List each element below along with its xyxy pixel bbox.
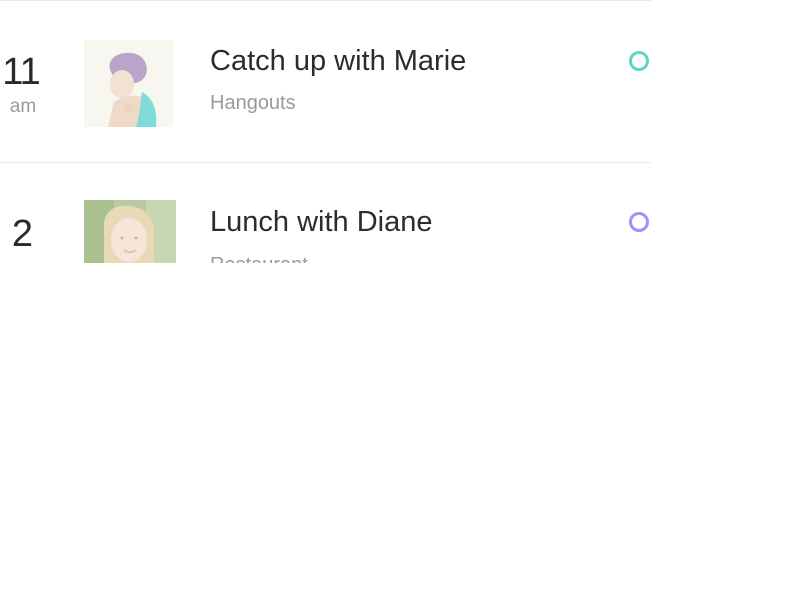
event-time-hour: 2 xyxy=(11,213,33,255)
event-time-hour: 11 xyxy=(2,51,40,93)
event-list: 11 am Catch up with Marie Hangouts 2 Lun… xyxy=(0,0,651,263)
status-dot-icon xyxy=(629,212,649,232)
blonde-woman-photo-icon xyxy=(84,200,176,263)
status-dot-icon xyxy=(629,51,649,71)
app-viewport: 11 am Catch up with Marie Hangouts 2 Lun… xyxy=(0,0,800,600)
event-subtitle: Hangouts xyxy=(210,92,296,114)
event-time-ampm: am xyxy=(9,96,37,117)
woman-with-ponytail-photo-icon xyxy=(84,40,173,127)
avatar xyxy=(84,200,176,263)
avatar xyxy=(84,40,173,127)
event-subtitle: Restaurant xyxy=(210,254,308,263)
event-title: Lunch with Diane xyxy=(210,206,433,238)
event-title: Catch up with Marie xyxy=(210,45,467,77)
event-row[interactable]: 2 Lunch with Diane xyxy=(0,162,651,263)
event-row[interactable]: 11 am Catch up with Marie Hangouts xyxy=(0,1,651,162)
